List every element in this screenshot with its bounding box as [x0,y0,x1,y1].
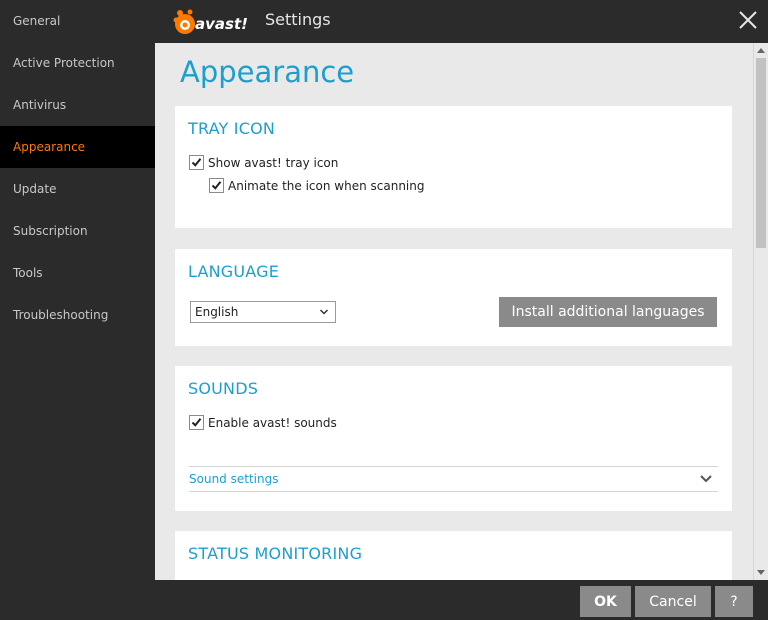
option-label: Enable avast! sounds [208,415,337,430]
show-tray-icon-checkbox[interactable] [189,155,204,170]
sidebar-item-antivirus[interactable]: Antivirus [0,84,155,126]
language-select[interactable]: English [190,301,336,323]
scroll-down-icon [757,570,765,575]
language-section: LANGUAGE English Install additional lang… [175,249,732,346]
page-title: Appearance [180,55,355,89]
sidebar-item-active-protection[interactable]: Active Protection [0,42,155,84]
avast-logo: avast! [173,7,255,37]
show-tray-icon-option[interactable]: Show avast! tray icon [189,155,338,170]
option-label: Show avast! tray icon [208,155,339,170]
sound-settings-expander[interactable]: Sound settings [189,466,718,492]
sound-settings-label: Sound settings [189,472,279,486]
sidebar-item-troubleshooting[interactable]: Troubleshooting [0,294,155,336]
scroll-up-icon [757,48,765,53]
sidebar-item-appearance[interactable]: Appearance [0,126,155,168]
section-title: LANGUAGE [188,262,280,281]
sidebar-item-label: Active Protection [13,56,115,70]
status-monitoring-section: STATUS MONITORING [175,531,732,580]
close-button[interactable] [736,8,760,32]
sidebar-item-label: Subscription [13,224,88,238]
chevron-down-icon [700,475,712,483]
section-title: SOUNDS [188,379,259,398]
close-icon [739,11,757,29]
sidebar-item-label: Antivirus [13,98,67,112]
option-label: Animate the icon when scanning [228,178,425,193]
sidebar-item-tools[interactable]: Tools [0,252,155,294]
ok-button[interactable]: OK [580,586,631,617]
checkmark-icon [211,181,222,190]
sidebar-item-general[interactable]: General [0,0,155,42]
enable-sounds-option[interactable]: Enable avast! sounds [189,415,337,430]
content-panel: Appearance TRAY ICON Show avast! tray ic… [155,43,753,580]
sidebar-item-subscription[interactable]: Subscription [0,210,155,252]
chevron-down-icon [319,309,329,315]
animate-icon-checkbox[interactable] [209,178,224,193]
tray-icon-section: TRAY ICON Show avast! tray icon Animate … [175,106,732,228]
checkmark-icon [191,158,202,167]
sidebar: General Active Protection Antivirus Appe… [0,0,155,620]
sidebar-item-update[interactable]: Update [0,168,155,210]
header: avast! Settings [155,0,768,43]
checkmark-icon [191,418,202,427]
help-button[interactable]: ? [715,586,753,617]
sidebar-item-label: Tools [13,266,43,280]
scrollbar-thumb[interactable] [756,58,766,248]
sidebar-item-label: Appearance [13,140,86,154]
footer: OK Cancel ? [155,580,768,620]
sounds-section: SOUNDS Enable avast! sounds Sound settin… [175,366,732,511]
vertical-scrollbar[interactable] [753,43,768,580]
enable-sounds-checkbox[interactable] [189,415,204,430]
section-title: TRAY ICON [188,119,276,138]
language-selected-value: English [195,305,239,319]
cancel-button[interactable]: Cancel [635,586,711,617]
logo-text: avast! [195,15,248,33]
sidebar-item-label: Update [13,182,57,196]
section-title: STATUS MONITORING [188,544,363,563]
window-title: Settings [265,10,331,29]
install-languages-button[interactable]: Install additional languages [499,297,717,327]
animate-icon-option[interactable]: Animate the icon when scanning [209,178,425,193]
sidebar-item-label: General [13,14,61,28]
sidebar-item-label: Troubleshooting [13,308,109,322]
